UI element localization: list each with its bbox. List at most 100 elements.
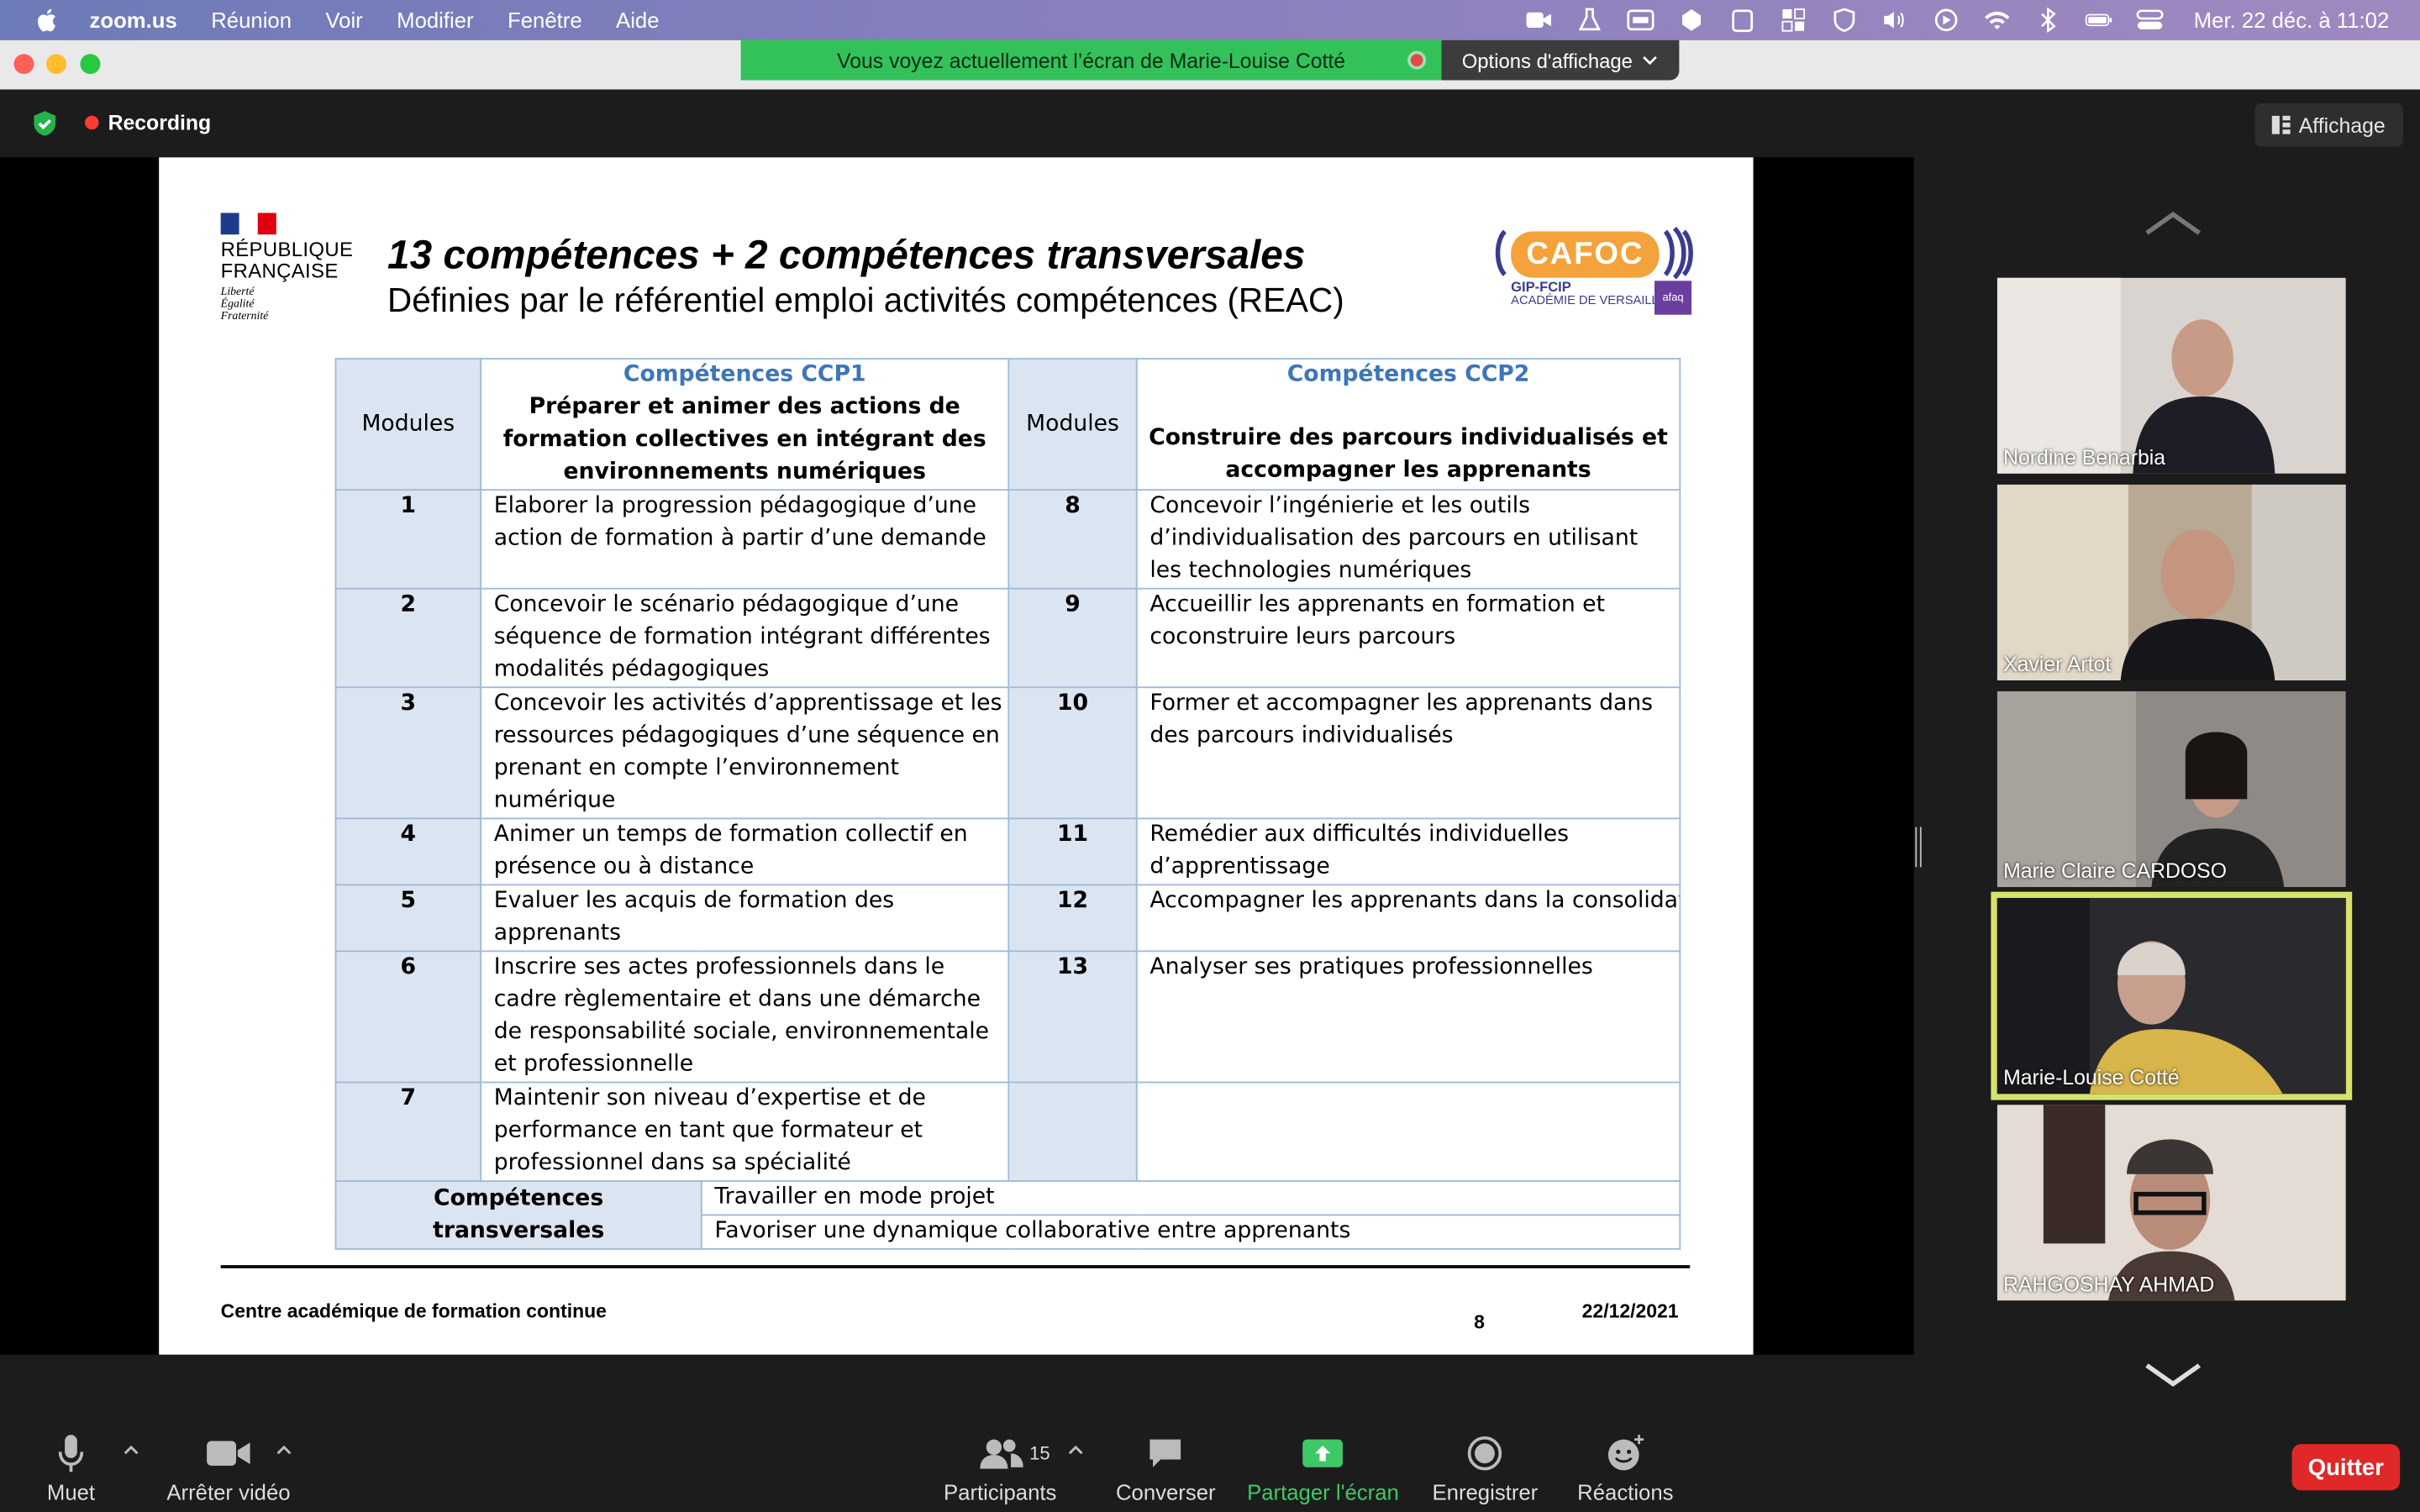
participants-button[interactable]: 15 Participants — [943, 1431, 1057, 1504]
transversal-row-1: Compétences transversales Travailler en … — [334, 1180, 1681, 1250]
cafoc-wordmark: CAFOC — [1511, 231, 1660, 278]
module-number: 9 — [1007, 587, 1138, 689]
reactions-button[interactable]: Réactions — [1577, 1431, 1674, 1504]
recording-dot-icon — [85, 115, 99, 130]
slide-subtitle: Définies par le référentiel emploi activ… — [387, 281, 1344, 320]
participants-options-caret-icon[interactable] — [1066, 1444, 1085, 1457]
table-row: 1 Elaborer la progression pédagogique d’… — [334, 489, 1681, 590]
ccp1-description: Préparer et animer des actions de format… — [502, 395, 986, 485]
mute-label: Muet — [46, 1479, 96, 1504]
apple-menu-icon[interactable] — [34, 6, 61, 34]
minimize-window-button[interactable] — [46, 54, 66, 75]
participant-tile[interactable]: Xavier Artot — [1996, 484, 2346, 681]
module-number: 2 — [334, 587, 482, 689]
competence-cell: Inscrire ses actes professionnels dans l… — [480, 950, 1010, 1084]
participant-gallery: Nordine Benarbia Xavier Artot Marie Clai… — [1914, 157, 2420, 1387]
vpn-shield-icon[interactable] — [1831, 8, 1859, 33]
macos-menubar: zoom.us Réunion Voir Modifier Fenêtre Ai… — [0, 0, 2420, 40]
menu-reunion[interactable]: Réunion — [211, 8, 292, 32]
audio-options-caret-icon[interactable] — [122, 1444, 140, 1457]
menu-modifier[interactable]: Modifier — [397, 8, 473, 32]
app-menu-zoom[interactable]: zoom.us — [90, 8, 177, 32]
participant-video — [1996, 484, 2346, 681]
battery-icon[interactable] — [2086, 8, 2113, 32]
menu-voir[interactable]: Voir — [325, 8, 362, 32]
republique-francaise-logo: RÉPUBLIQUE FRANÇAISE Liberté Égalité Fra… — [220, 213, 360, 322]
participant-video — [1996, 1105, 2346, 1301]
competence-cell: Animer un temps de formation collectif e… — [480, 817, 1010, 886]
control-center-icon[interactable] — [2137, 8, 2165, 32]
footer-organization: Centre académique de formation continue — [220, 1300, 607, 1323]
participant-name: Marie Claire CARDOSO — [2003, 859, 2228, 883]
ccp2-title: Compétences CCP2 — [1286, 362, 1530, 388]
footer-divider — [220, 1265, 1691, 1268]
share-screen-icon — [1302, 1439, 1344, 1467]
menubar-clock[interactable]: Mer. 22 déc. à 11:02 — [2194, 8, 2390, 32]
cafoc-logo: CAFOC GIP-FCIP ACADÉMIE DE VERSAILLES af… — [1489, 225, 1697, 315]
modules-header-1: Modules — [334, 358, 482, 491]
participant-tile[interactable]: Marie Claire CARDOSO — [1996, 690, 2346, 888]
play-icon[interactable] — [1933, 8, 1960, 32]
reactions-label: Réactions — [1577, 1479, 1674, 1504]
competence-cell: Analyser ses pratiques professionnelles — [1135, 950, 1681, 1084]
transversal-item: Travailler en mode projet — [700, 1180, 1681, 1216]
table-row: 5 Evaluer les acquis de formation des ap… — [334, 884, 1681, 953]
view-options-dropdown[interactable]: Options d'affichage — [1441, 39, 1680, 81]
competence-cell: Former et accompagner les apprenants dan… — [1135, 686, 1681, 820]
layout-icon — [2272, 115, 2291, 134]
chevron-down-icon[interactable] — [2142, 1361, 2203, 1389]
volume-icon[interactable] — [1882, 8, 1910, 32]
footer-page-number: 8 — [1474, 1311, 1485, 1333]
recording-indicator[interactable]: Recording — [85, 111, 211, 134]
bluetooth-icon[interactable] — [2035, 8, 2063, 33]
chat-bubble-icon — [1150, 1439, 1181, 1467]
participant-name: RAHGOSHAY AHMAD — [2003, 1273, 2215, 1296]
table-row: 2 Concevoir le scénario pédagogique d’un… — [334, 587, 1681, 689]
video-options-caret-icon[interactable] — [275, 1444, 293, 1457]
screen-share-banner: Vous voyez actuellement l’écran de Marie… — [740, 39, 1442, 81]
recording-label: Recording — [108, 111, 212, 134]
meeting-area: Recording Affichage RÉPUBLIQUE FRANÇAISE… — [0, 89, 2420, 1423]
display-layout-button[interactable]: Affichage — [2254, 103, 2403, 147]
module-number: 5 — [334, 884, 482, 953]
display-label: Affichage — [2298, 113, 2386, 137]
maximize-window-button[interactable] — [80, 54, 101, 75]
security-shield-icon[interactable] — [31, 109, 59, 137]
chat-label: Converser — [1115, 1479, 1216, 1504]
close-window-button[interactable] — [13, 54, 34, 75]
ccp1-title: Compétences CCP1 — [623, 362, 866, 388]
clipboard-icon[interactable] — [1729, 8, 1757, 33]
participant-tile[interactable]: Nordine Benarbia — [1996, 277, 2346, 474]
dropbox-icon[interactable] — [1678, 8, 1706, 32]
share-banner-text: Vous voyez actuellement l’écran de Marie… — [837, 48, 1346, 72]
flask-icon[interactable] — [1576, 8, 1604, 32]
wifi-icon[interactable] — [1984, 8, 2012, 32]
participant-video — [1996, 277, 2346, 474]
afaq-logo: afaq — [1654, 281, 1692, 315]
stop-video-label: Arrêter vidéo — [166, 1479, 291, 1504]
table-row: 6 Inscrire ses actes professionnels dans… — [334, 950, 1681, 1084]
stop-video-button[interactable]: Arrêter vidéo — [166, 1431, 291, 1504]
window-layout-icon[interactable] — [1780, 8, 1807, 32]
menu-fenetre[interactable]: Fenêtre — [508, 8, 582, 32]
share-screen-button[interactable]: Partager l'écran — [1247, 1431, 1399, 1504]
participants-icon — [980, 1439, 1023, 1469]
footer-date: 22/12/2021 — [1581, 1300, 1679, 1323]
microphone-icon — [58, 1435, 84, 1473]
zoom-status-icon[interactable] — [1525, 8, 1553, 32]
chevron-up-icon[interactable] — [2142, 210, 2203, 238]
menu-aide[interactable]: Aide — [616, 8, 659, 32]
module-number: 3 — [334, 686, 482, 820]
reac-table: Modules Compétences CCP1 Préparer et ani… — [334, 358, 1681, 1250]
participant-tile[interactable]: RAHGOSHAY AHMAD — [1996, 1105, 2346, 1301]
screen-icon[interactable] — [1628, 8, 1655, 32]
chat-button[interactable]: Converser — [1116, 1431, 1216, 1504]
competence-cell: Evaluer les acquis de formation des appr… — [480, 884, 1010, 953]
video-camera-icon — [207, 1441, 250, 1466]
emoji-reaction-icon — [1608, 1435, 1644, 1471]
participant-tile-active-speaker[interactable]: Marie-Louise Cotté — [1991, 891, 2353, 1100]
record-button[interactable]: Enregistrer — [1432, 1431, 1538, 1504]
mute-button[interactable]: Muet — [46, 1431, 96, 1504]
competence-cell: Concevoir le scénario pédagogique d’une … — [480, 587, 1010, 689]
leave-meeting-button[interactable]: Quitter — [2291, 1444, 2401, 1491]
